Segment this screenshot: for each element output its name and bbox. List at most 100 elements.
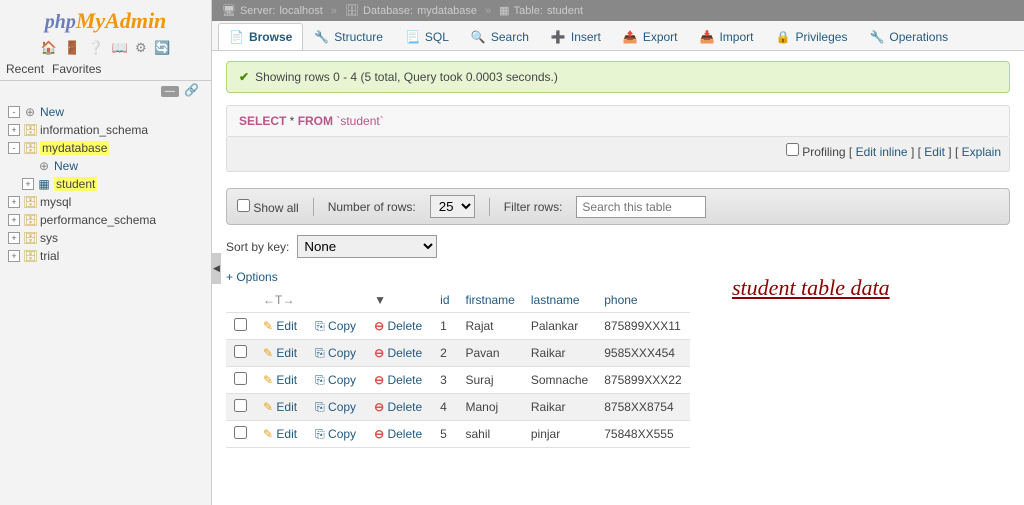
collapse-all-icon[interactable]: — bbox=[161, 86, 179, 97]
tree-node-sys[interactable]: +🗄sys bbox=[2, 229, 209, 247]
cell-lastname: Palankar bbox=[523, 313, 596, 340]
delete-row-link[interactable]: Delete bbox=[387, 373, 422, 387]
copy-row-link[interactable]: Copy bbox=[328, 346, 356, 360]
tab-label: SQL bbox=[425, 30, 449, 44]
check-icon: ✔ bbox=[239, 70, 249, 84]
expand-icon[interactable]: + bbox=[8, 214, 20, 226]
tab-search[interactable]: 🔍Search bbox=[460, 23, 540, 50]
explain-link[interactable]: Explain bbox=[962, 145, 1001, 159]
tab-export[interactable]: 📤Export bbox=[612, 23, 689, 50]
tab-favorites[interactable]: Favorites bbox=[52, 62, 101, 76]
col-lastname[interactable]: lastname bbox=[523, 288, 596, 313]
table-row: ✎ Edit⎘ Copy⊖ Delete1RajatPalankar875899… bbox=[226, 313, 690, 340]
copy-row-link[interactable]: Copy bbox=[328, 427, 356, 441]
num-rows-select[interactable]: 25 bbox=[430, 195, 475, 218]
expand-icon[interactable]: - bbox=[8, 106, 20, 118]
copy-row-link[interactable]: Copy bbox=[328, 400, 356, 414]
cell-phone: 75848XX555 bbox=[596, 421, 689, 448]
edit-inline-link[interactable]: Edit inline bbox=[856, 145, 908, 159]
expand-icon[interactable]: + bbox=[8, 250, 20, 262]
tree-node-mysql[interactable]: +🗄mysql bbox=[2, 193, 209, 211]
chevron-down-icon[interactable]: ▼ bbox=[374, 293, 386, 307]
expand-icon[interactable]: + bbox=[8, 196, 20, 208]
row-checkbox[interactable] bbox=[234, 399, 247, 412]
tree-node-student[interactable]: +▦student bbox=[2, 175, 209, 193]
options-toggle[interactable]: + Options bbox=[226, 270, 1010, 284]
delete-row-link[interactable]: Delete bbox=[387, 346, 422, 360]
show-all-text: Show all bbox=[253, 201, 298, 215]
col-firstname[interactable]: firstname bbox=[458, 288, 523, 313]
sidebar: phpMyAdmin 🏠 🚪 ❔ 📖 ⚙ 🔄 Recent Favorites … bbox=[0, 0, 212, 505]
delete-row-link[interactable]: Delete bbox=[387, 319, 422, 333]
col-id[interactable]: id bbox=[432, 288, 457, 313]
edit-row-link[interactable]: Edit bbox=[276, 373, 297, 387]
col-phone[interactable]: phone bbox=[596, 288, 689, 313]
row-checkbox[interactable] bbox=[234, 318, 247, 331]
row-checkbox[interactable] bbox=[234, 345, 247, 358]
help-icon[interactable]: ❔ bbox=[88, 40, 104, 56]
edit-row-link[interactable]: Edit bbox=[276, 400, 297, 414]
delete-icon: ⊖ bbox=[374, 427, 384, 441]
tab-structure[interactable]: 🔧Structure bbox=[303, 23, 394, 50]
link-icon[interactable]: 🔗 bbox=[184, 83, 199, 97]
docs-icon[interactable]: 📖 bbox=[111, 40, 127, 56]
exit-icon[interactable]: 🚪 bbox=[64, 40, 80, 56]
settings-icon[interactable]: ⚙ bbox=[135, 40, 147, 56]
divider bbox=[489, 198, 490, 216]
expand-icon[interactable]: + bbox=[8, 232, 20, 244]
copy-icon: ⎘ bbox=[315, 373, 325, 387]
nav-arrows-icon[interactable]: ←T→ bbox=[263, 293, 294, 307]
database-name[interactable]: mydatabase bbox=[417, 5, 477, 17]
sort-select[interactable]: None bbox=[297, 235, 437, 258]
show-all-checkbox[interactable] bbox=[237, 199, 250, 212]
operations-icon: 🔧 bbox=[869, 30, 884, 44]
tree-node-information_schema[interactable]: +🗄information_schema bbox=[2, 121, 209, 139]
edit-row-link[interactable]: Edit bbox=[276, 427, 297, 441]
tab-recent[interactable]: Recent bbox=[6, 62, 44, 76]
edit-link[interactable]: Edit bbox=[924, 145, 945, 159]
tab-operations[interactable]: 🔧Operations bbox=[858, 23, 959, 50]
pencil-icon: ✎ bbox=[263, 427, 273, 441]
tab-privileges[interactable]: 🔒Privileges bbox=[764, 23, 858, 50]
expand-icon[interactable]: + bbox=[8, 124, 20, 136]
filter-input[interactable] bbox=[576, 196, 706, 218]
tree-node-new[interactable]: -⊕New bbox=[2, 103, 209, 121]
delete-row-link[interactable]: Delete bbox=[387, 400, 422, 414]
tab-label: Structure bbox=[334, 30, 383, 44]
cell-firstname: Suraj bbox=[458, 367, 523, 394]
table-row: ✎ Edit⎘ Copy⊖ Delete4ManojRaikar8758XX87… bbox=[226, 394, 690, 421]
delete-icon: ⊖ bbox=[374, 346, 384, 360]
server-name[interactable]: localhost bbox=[279, 5, 322, 17]
tab-sql[interactable]: 📃SQL bbox=[394, 23, 460, 50]
options-link[interactable]: + Options bbox=[226, 270, 278, 284]
delete-icon: ⊖ bbox=[374, 400, 384, 414]
expand-icon[interactable]: + bbox=[22, 178, 34, 190]
tab-label: Search bbox=[491, 30, 529, 44]
tree-label: sys bbox=[40, 231, 58, 245]
cell-firstname: Manoj bbox=[458, 394, 523, 421]
profiling-checkbox[interactable] bbox=[786, 143, 799, 156]
tree-node-performance_schema[interactable]: +🗄performance_schema bbox=[2, 211, 209, 229]
reload-icon[interactable]: 🔄 bbox=[154, 40, 170, 56]
tree-node-trial[interactable]: +🗄trial bbox=[2, 247, 209, 265]
edit-row-link[interactable]: Edit bbox=[276, 319, 297, 333]
expand-icon[interactable]: - bbox=[8, 142, 20, 154]
edit-row-link[interactable]: Edit bbox=[276, 346, 297, 360]
tab-import[interactable]: 📥Import bbox=[689, 23, 765, 50]
tree-label: trial bbox=[40, 249, 59, 263]
home-icon[interactable]: 🏠 bbox=[41, 40, 57, 56]
table-row: ✎ Edit⎘ Copy⊖ Delete3SurajSomnache875899… bbox=[226, 367, 690, 394]
copy-row-link[interactable]: Copy bbox=[328, 319, 356, 333]
tab-browse[interactable]: 📄Browse bbox=[218, 23, 303, 50]
delete-row-link[interactable]: Delete bbox=[387, 427, 422, 441]
table-name[interactable]: student bbox=[547, 5, 583, 17]
logo[interactable]: phpMyAdmin bbox=[0, 4, 211, 38]
tree-node-new[interactable]: ⊕New bbox=[2, 157, 209, 175]
tab-insert[interactable]: ➕Insert bbox=[540, 23, 612, 50]
row-checkbox[interactable] bbox=[234, 372, 247, 385]
show-all-label[interactable]: Show all bbox=[237, 199, 299, 215]
row-checkbox[interactable] bbox=[234, 426, 247, 439]
copy-row-link[interactable]: Copy bbox=[328, 373, 356, 387]
tree-node-mydatabase[interactable]: -🗄mydatabase bbox=[2, 139, 209, 157]
collapse-sidebar-icon[interactable]: ◀ bbox=[212, 253, 221, 284]
